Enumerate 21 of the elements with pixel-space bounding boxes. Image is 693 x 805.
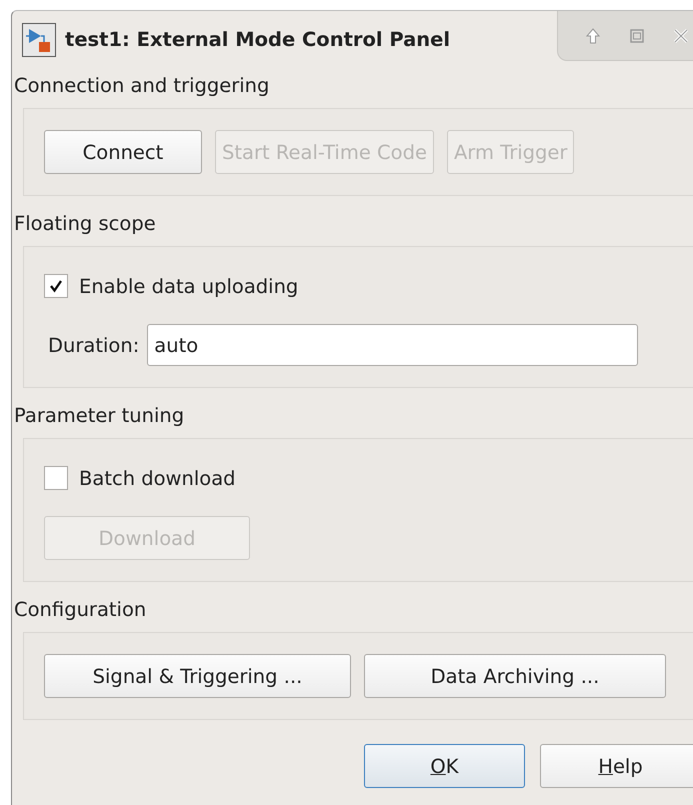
dialog-button[interactable]: OK (364, 744, 525, 788)
push-button[interactable]: Signal & Triggering ... (44, 654, 351, 698)
section-label: Parameter tuning (13, 403, 186, 429)
arrow-up-icon[interactable] (585, 26, 601, 44)
app-icon (22, 22, 56, 56)
checkbox-label[interactable]: Batch download (79, 466, 236, 490)
section-label: Connection and triggering (13, 73, 270, 99)
checkbox[interactable] (44, 274, 68, 298)
section-label: Configuration (13, 597, 148, 623)
checkbox-label[interactable]: Enable data uploading (79, 274, 298, 298)
push-button[interactable]: Data Archiving ... (364, 654, 666, 698)
window-title: test1: External Mode Control Panel (65, 28, 450, 51)
section-label: Floating scope (13, 211, 157, 237)
push-button[interactable]: Connect (44, 130, 202, 174)
maximize-icon[interactable] (629, 28, 645, 44)
dialog-button[interactable]: Help (540, 744, 693, 788)
field-label: Duration: (48, 334, 140, 356)
duration-field[interactable]: auto (147, 324, 638, 366)
checkmark-icon (49, 279, 63, 293)
checkbox[interactable] (44, 466, 68, 490)
close-icon[interactable] (673, 28, 689, 44)
